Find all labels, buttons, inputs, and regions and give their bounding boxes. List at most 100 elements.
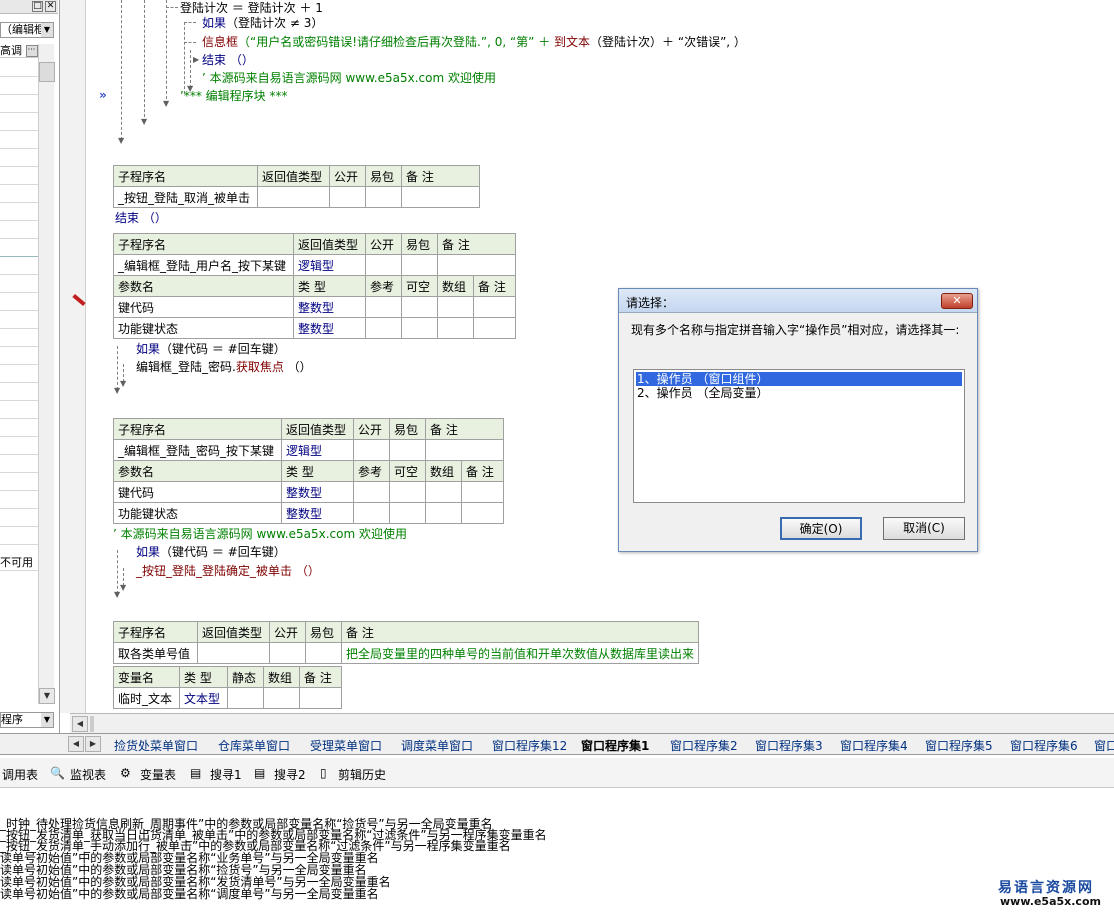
variable-table-button[interactable]: 变量表: [140, 766, 176, 783]
tab-window-set-12[interactable]: 窗口程序集12: [492, 737, 567, 754]
code-line[interactable]: 结束 （）: [115, 210, 167, 226]
code-line[interactable]: _按钮_登陆_登陆确定_被单击 （）: [136, 563, 320, 579]
horizontal-scrollbar[interactable]: ◀: [70, 713, 1114, 733]
property-row[interactable]: [0, 528, 38, 545]
scroll-down-icon[interactable]: ▼: [39, 688, 55, 704]
property-row[interactable]: [0, 168, 38, 185]
candidate-item-window-component[interactable]: 1、操作员 （窗口组件）: [636, 372, 962, 386]
left-panel-scrollbar[interactable]: ▼: [38, 44, 55, 704]
tab-window-more[interactable]: 窗口: [1094, 737, 1114, 754]
property-row[interactable]: [0, 330, 38, 347]
param-name-cell[interactable]: 功能键状态: [113, 317, 294, 339]
param-cell[interactable]: [389, 502, 426, 524]
param-cell[interactable]: [437, 317, 474, 339]
property-row[interactable]: [0, 420, 38, 437]
property-row[interactable]: [0, 204, 38, 221]
close-icon[interactable]: ✕: [45, 1, 56, 12]
code-line[interactable]: 结束 （）: [202, 52, 254, 68]
param-type-cell[interactable]: 整数型: [293, 317, 366, 339]
property-row[interactable]: [0, 402, 38, 419]
param-cell[interactable]: [461, 481, 504, 503]
note-cell[interactable]: [437, 254, 516, 276]
tab-window-set-3[interactable]: 窗口程序集3: [755, 737, 823, 754]
ellipsis-button[interactable]: ···: [25, 45, 38, 57]
public-cell[interactable]: [269, 642, 306, 664]
var-cell[interactable]: [227, 687, 264, 709]
component-selector[interactable]: （编辑框 ▼: [0, 22, 54, 38]
subroutine-table[interactable]: 子程序名 返回值类型 公开 易包 备 注 取各类单号值 把全局变量里的四种单号的…: [113, 621, 700, 664]
easy-pack-cell[interactable]: [365, 186, 402, 208]
tab-accept-menu-window[interactable]: 受理菜单窗口: [310, 737, 382, 754]
property-row[interactable]: [0, 312, 38, 329]
scroll-thumb[interactable]: [90, 716, 94, 732]
sub-name-cell[interactable]: _编辑框_登陆_用户名_按下某键: [113, 254, 294, 276]
public-cell[interactable]: [329, 186, 366, 208]
code-line[interactable]: 信息框（“用户名或密码错误!请仔细检查后再次登陆.”, 0, “第” ＋ 到文本…: [202, 34, 746, 50]
tab-dispatch-menu-window[interactable]: 调度菜单窗口: [401, 737, 473, 754]
tab-window-set-2[interactable]: 窗口程序集2: [670, 737, 738, 754]
tab-window-set-1[interactable]: 窗口程序集1: [581, 737, 649, 754]
note-cell[interactable]: [401, 186, 480, 208]
code-line[interactable]: 如果（键代码 ＝ #回车键）: [136, 341, 286, 357]
property-row[interactable]: [0, 276, 38, 293]
param-cell[interactable]: [437, 296, 474, 318]
code-comment[interactable]: ’*** 编辑程序块 ***: [180, 88, 287, 104]
return-type-cell[interactable]: [257, 186, 330, 208]
tab-pickup-menu-window[interactable]: 捡货处菜单窗口: [114, 737, 198, 754]
property-row[interactable]: [0, 96, 38, 113]
tab-scroll-left-icon[interactable]: ◀: [68, 736, 84, 752]
note-cell[interactable]: [425, 439, 504, 461]
property-row[interactable]: [0, 294, 38, 311]
property-row-disabled[interactable]: 不可用: [0, 554, 38, 571]
easy-pack-cell[interactable]: [305, 642, 342, 664]
property-row[interactable]: [0, 492, 38, 509]
property-row-current[interactable]: 高调 ···: [0, 42, 38, 58]
param-cell[interactable]: [473, 317, 516, 339]
subroutine-table[interactable]: 子程序名 返回值类型 公开 易包 备 注 _按钮_登陆_取消_被单击: [113, 165, 480, 208]
restore-icon[interactable]: □: [32, 1, 43, 12]
dialog-title-bar[interactable]: 请选择： ✕: [619, 289, 977, 313]
subroutine-table[interactable]: 子程序名 返回值类型 公开 易包 备 注 _编辑框_登陆_密码_按下某键 逻辑型…: [113, 418, 504, 524]
code-comment[interactable]: ’ 本源码来自易语言源码网 www.e5a5x.com 欢迎使用: [113, 526, 407, 542]
property-row[interactable]: [0, 474, 38, 491]
param-type-cell[interactable]: 整数型: [293, 296, 366, 318]
clip-history-button[interactable]: 剪辑历史: [338, 766, 386, 783]
watch-table-button[interactable]: 监视表: [70, 766, 106, 783]
var-cell[interactable]: [299, 687, 342, 709]
property-row[interactable]: [0, 222, 38, 239]
tab-window-set-4[interactable]: 窗口程序集4: [840, 737, 908, 754]
sub-name-cell[interactable]: 取各类单号值: [113, 642, 198, 664]
param-cell[interactable]: [425, 481, 462, 503]
output-panel[interactable]: _时钟_待处理捡货信息刷新_周期事件”中的参数或局部变量名称“捡货号”与另一全局…: [0, 789, 1114, 915]
cancel-button[interactable]: 取消(C): [883, 517, 965, 540]
param-name-cell[interactable]: 键代码: [113, 481, 282, 503]
ok-button[interactable]: 确定(O): [780, 517, 862, 540]
search2-button[interactable]: 搜寻2: [274, 766, 306, 783]
param-cell[interactable]: [353, 481, 390, 503]
sub-name-cell[interactable]: _按钮_登陆_取消_被单击: [113, 186, 258, 208]
easy-pack-cell[interactable]: [401, 254, 438, 276]
property-row[interactable]: [0, 78, 38, 95]
dialog-close-button[interactable]: ✕: [941, 293, 973, 309]
call-table-button[interactable]: 调用表: [2, 766, 38, 783]
var-cell[interactable]: [263, 687, 300, 709]
search1-button[interactable]: 搜寻1: [210, 766, 242, 783]
property-row[interactable]: [0, 348, 38, 365]
return-type-cell[interactable]: [197, 642, 270, 664]
property-row[interactable]: [0, 150, 38, 167]
note-cell[interactable]: 把全局变量里的四种单号的当前值和开单次数值从数据库里读出来: [340, 642, 700, 664]
tab-window-set-6[interactable]: 窗口程序集6: [1010, 737, 1078, 754]
property-row[interactable]: [0, 240, 38, 257]
param-type-cell[interactable]: 整数型: [281, 502, 354, 524]
property-row[interactable]: [0, 384, 38, 401]
program-selector[interactable]: 程序 ▼: [0, 712, 54, 728]
param-cell[interactable]: [425, 502, 462, 524]
property-row[interactable]: [0, 60, 38, 77]
property-row[interactable]: [0, 438, 38, 455]
tab-window-set-5[interactable]: 窗口程序集5: [925, 737, 993, 754]
return-type-cell[interactable]: 逻辑型: [281, 439, 354, 461]
tab-scroll-right-icon[interactable]: ▶: [85, 736, 101, 752]
code-line[interactable]: 登陆计次 ＝ 登陆计次 ＋ 1: [180, 0, 323, 16]
var-type-cell[interactable]: 文本型: [179, 687, 228, 709]
param-type-cell[interactable]: 整数型: [281, 481, 354, 503]
